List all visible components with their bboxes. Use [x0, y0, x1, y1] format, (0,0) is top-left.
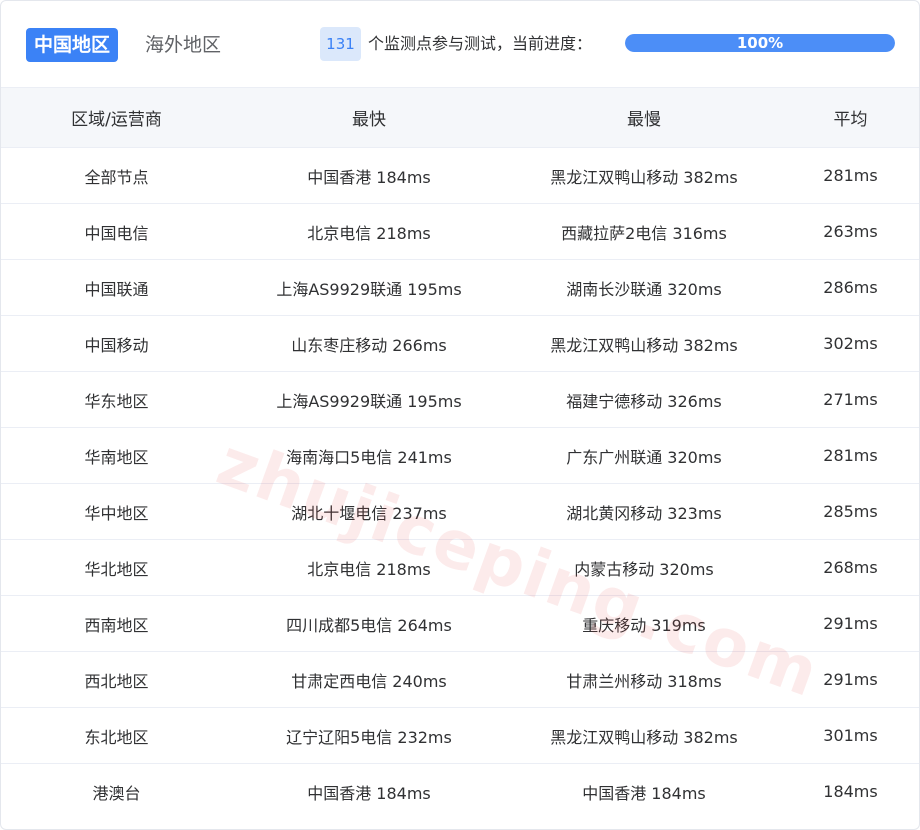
average-cell: 285ms [782, 483, 919, 540]
tab-overseas-region[interactable]: 海外地区 [145, 28, 221, 62]
fastest-cell: 湖北十堰电信 237ms [232, 483, 506, 540]
table-body: 全部节点 中国香港 184ms 黑龙江双鸭山移动 382ms 281ms 中国电信 北京电… [1, 147, 919, 820]
progress-fill: 100% [625, 34, 895, 52]
table-row: 西北地区 甘肃定西电信 240ms 甘肃兰州移动 318ms 291ms [1, 651, 919, 708]
fastest-cell: 中国香港 184ms [232, 147, 506, 204]
average-cell: 286ms [782, 259, 919, 316]
table-row: 西南地区 四川成都5电信 264ms 重庆移动 319ms 291ms [1, 595, 919, 652]
tab-china-region[interactable]: 中国地区 [26, 28, 119, 62]
region-cell: 西南地区 [1, 595, 232, 652]
region-cell: 华东地区 [1, 371, 232, 428]
average-cell: 271ms [782, 371, 919, 428]
average-cell: 301ms [782, 707, 919, 764]
slowest-cell: 湖北黄冈移动 323ms [506, 483, 782, 540]
slowest-cell: 中国香港 184ms [582, 783, 706, 803]
fastest-cell: 上海AS9929联通 195ms [232, 371, 506, 428]
average-cell: 281ms [782, 147, 919, 204]
table-row: 全部节点 中国香港 184ms 黑龙江双鸭山移动 382ms 281ms [1, 147, 919, 204]
progress-bar: 100% [625, 34, 895, 52]
ping-result-panel: 中国地区 海外地区 131 个监测点参与测试，当前进度： 100% 区域/运营商… [0, 0, 920, 830]
header-region-isp: 区域/运营商 [1, 87, 232, 148]
top-bar: 中国地区 海外地区 131 个监测点参与测试，当前进度： 100% [1, 1, 919, 87]
slowest-cell: 黑龙江双鸭山移动 382ms [506, 147, 782, 204]
slowest-cell: 黑龙江双鸭山移动 382ms [506, 707, 782, 764]
fastest-cell: 北京电信 218ms [232, 539, 506, 596]
region-cell: 华北地区 [1, 539, 232, 596]
table-row: 东北地区 辽宁辽阳5电信 232ms 黑龙江双鸭山移动 382ms 301ms [1, 707, 919, 764]
fastest-cell: 北京电信 218ms [232, 203, 506, 260]
region-cell: 港澳台 [92, 783, 141, 803]
average-cell: 291ms [782, 651, 919, 708]
table-header-row: 区域/运营商 最快 最慢 平均 [1, 87, 919, 148]
region-cell: 华南地区 [1, 427, 232, 484]
table-row: 中国移动 山东枣庄移动 266ms 黑龙江双鸭山移动 382ms 302ms [1, 315, 919, 372]
slowest-cell: 湖南长沙联通 320ms [506, 259, 782, 316]
region-cell: 中国联通 [1, 259, 232, 316]
header-fastest: 最快 [232, 87, 506, 148]
latency-table: 区域/运营商 最快 最慢 平均 全部节点 中国香港 184ms 黑龙江双鸭山移动 3… [1, 87, 919, 819]
table-row: 港澳台 中国香港 184ms 中国香港 184ms 184ms [1, 764, 919, 820]
region-cell: 中国电信 [1, 203, 232, 260]
slowest-cell: 广东广州联通 320ms [506, 427, 782, 484]
average-cell: 302ms [782, 315, 919, 372]
table-row: 华东地区 上海AS9929联通 195ms 福建宁德移动 326ms 271ms [1, 371, 919, 428]
slowest-cell: 黑龙江双鸭山移动 382ms [506, 315, 782, 372]
fastest-cell: 辽宁辽阳5电信 232ms [232, 707, 506, 764]
monitor-count-text: 个监测点参与测试，当前进度： [368, 34, 593, 53]
average-cell: 291ms [782, 595, 919, 652]
fastest-cell: 中国香港 184ms [307, 783, 431, 803]
slowest-cell: 福建宁德移动 326ms [506, 371, 782, 428]
region-cell: 华中地区 [1, 483, 232, 540]
table-row: 中国电信 北京电信 218ms 西藏拉萨2电信 316ms 263ms [1, 203, 919, 260]
header-average: 平均 [782, 87, 919, 148]
region-cell: 中国移动 [1, 315, 232, 372]
header-slowest: 最慢 [506, 87, 782, 148]
fastest-cell: 山东枣庄移动 266ms [232, 315, 506, 372]
fastest-cell: 甘肃定西电信 240ms [232, 651, 506, 708]
average-cell: 281ms [782, 427, 919, 484]
region-cell: 东北地区 [1, 707, 232, 764]
slowest-cell: 西藏拉萨2电信 316ms [506, 203, 782, 260]
fastest-cell: 海南海口5电信 241ms [232, 427, 506, 484]
slowest-cell: 内蒙古移动 320ms [506, 539, 782, 596]
table-row: 中国联通 上海AS9929联通 195ms 湖南长沙联通 320ms 286ms [1, 259, 919, 316]
table-row: 华北地区 北京电信 218ms 内蒙古移动 320ms 268ms [1, 539, 919, 596]
table-row: 华南地区 海南海口5电信 241ms 广东广州联通 320ms 281ms [1, 427, 919, 484]
fastest-cell: 四川成都5电信 264ms [232, 595, 506, 652]
monitor-count-badge: 131 [320, 27, 361, 61]
average-cell: 268ms [782, 539, 919, 596]
fastest-cell: 上海AS9929联通 195ms [232, 259, 506, 316]
slowest-cell: 重庆移动 319ms [506, 595, 782, 652]
region-cell: 全部节点 [1, 147, 232, 204]
table-row: 华中地区 湖北十堰电信 237ms 湖北黄冈移动 323ms 285ms [1, 483, 919, 540]
slowest-cell: 甘肃兰州移动 318ms [506, 651, 782, 708]
average-cell: 263ms [782, 203, 919, 260]
region-cell: 西北地区 [1, 651, 232, 708]
average-cell: 184ms [823, 782, 878, 801]
